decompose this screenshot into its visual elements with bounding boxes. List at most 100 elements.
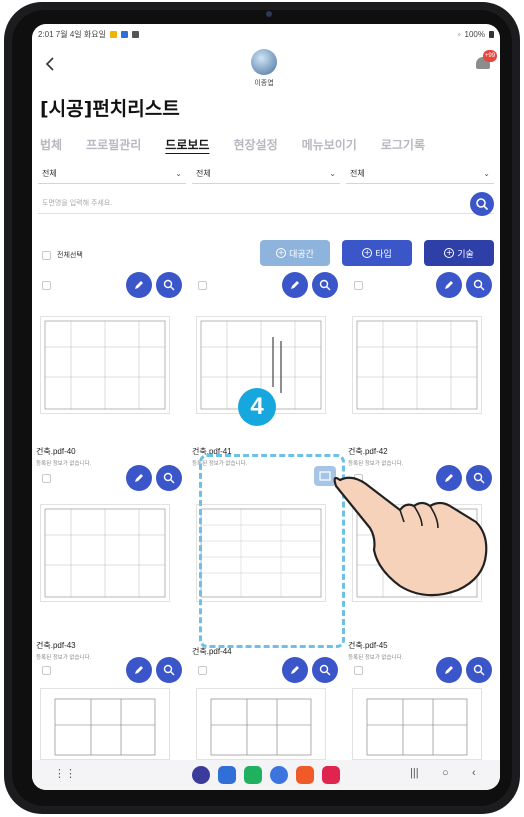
app-icon[interactable] — [270, 766, 288, 784]
step-badge: 4 — [238, 388, 276, 426]
add-space-label: 대공간 — [289, 249, 314, 260]
app-icon[interactable] — [192, 766, 210, 784]
drawing-thumbnail[interactable] — [352, 316, 482, 414]
wifi-icon: ◦ — [457, 29, 461, 39]
drawing-preview — [44, 508, 166, 598]
edit-button[interactable] — [436, 657, 462, 683]
tab-bar: 법체 프로필관리 드로보드 현장설정 메뉴보이기 로그기록 — [32, 130, 500, 158]
drawing-thumbnail[interactable] — [40, 504, 170, 602]
card-checkbox[interactable] — [42, 474, 51, 483]
card-checkbox[interactable] — [42, 666, 51, 675]
drawing-info: 등록된 정보가 없습니다. — [36, 655, 92, 661]
select-all-checkbox[interactable] — [42, 250, 51, 260]
notification-bell-icon[interactable]: +99 — [474, 50, 497, 72]
apps-grid-icon[interactable]: ⋮⋮ — [54, 767, 76, 780]
tab-log[interactable]: 로그기록 — [369, 136, 437, 153]
notification-badge: +99 — [483, 50, 497, 62]
drawing-thumbnail[interactable] — [196, 688, 326, 760]
card-checkbox[interactable] — [42, 281, 51, 290]
zoom-in-icon — [319, 664, 331, 676]
edit-button[interactable] — [126, 272, 152, 298]
zoom-button[interactable] — [466, 272, 492, 298]
app-icon[interactable] — [296, 766, 314, 784]
system-nav-bar: ⋮⋮ ||| ○ ‹ — [32, 760, 500, 790]
back-button[interactable] — [40, 54, 60, 74]
status-bar: 2:01 7월 4일 화요일 ◦ 100% — [32, 24, 500, 44]
battery-level: 100% — [464, 29, 485, 39]
pencil-icon — [445, 666, 453, 674]
zoom-button[interactable] — [312, 272, 338, 298]
app-icon[interactable] — [244, 766, 262, 784]
recents-icon[interactable]: ||| — [410, 767, 419, 779]
plus-circle-icon: + — [444, 248, 455, 258]
tab-drawing-board[interactable]: 드로보드 — [153, 136, 221, 153]
edit-button[interactable] — [436, 272, 462, 298]
select-all[interactable]: 전체선택 — [42, 250, 83, 260]
tab-site-settings[interactable]: 현장설정 — [221, 136, 289, 153]
chevron-down-icon: ⌄ — [175, 169, 182, 178]
app-icon[interactable] — [218, 766, 236, 784]
plus-circle-icon: + — [276, 248, 287, 258]
card-checkbox[interactable] — [198, 666, 207, 675]
drawing-thumbnail[interactable] — [352, 688, 482, 760]
drawing-name: 건축.pdf-40 — [36, 447, 76, 456]
highlight-frame — [199, 454, 345, 648]
drawing-thumbnail[interactable] — [40, 688, 170, 760]
drawing-preview — [44, 320, 166, 410]
home-icon[interactable]: ○ — [442, 767, 449, 779]
card-checkbox[interactable] — [354, 281, 363, 290]
drawing-info: 등록된 정보가 없습니다. — [348, 655, 404, 661]
message-icon — [131, 30, 139, 38]
zoom-button[interactable] — [156, 657, 182, 683]
filter-value: 전체 — [196, 169, 211, 178]
pencil-icon — [135, 474, 143, 482]
filter-value: 전체 — [350, 169, 365, 178]
plus-circle-icon: + — [362, 248, 373, 258]
zoom-button[interactable] — [156, 272, 182, 298]
tab-company[interactable]: 법체 — [32, 136, 74, 153]
add-tech-button[interactable]: + 기술 — [424, 240, 494, 266]
edit-button[interactable] — [282, 272, 308, 298]
avatar[interactable] — [251, 49, 277, 75]
filter-value: 전체 — [42, 169, 57, 178]
battery-icon — [489, 30, 494, 38]
edit-button[interactable] — [126, 657, 152, 683]
floor-plan-preview — [366, 698, 468, 756]
search-placeholder: 도면명을 입력해 주세요. — [42, 199, 113, 207]
card-checkbox[interactable] — [198, 281, 207, 290]
zoom-in-icon — [163, 472, 175, 484]
back-nav-icon[interactable]: ‹ — [472, 767, 476, 779]
card-checkbox[interactable] — [354, 666, 363, 675]
edit-button[interactable] — [126, 465, 152, 491]
select-all-label: 전체선택 — [57, 252, 83, 259]
app-icon[interactable] — [322, 766, 340, 784]
floor-plan-preview — [210, 698, 312, 756]
add-space-button[interactable]: + 대공간 — [260, 240, 330, 266]
filter-select-2[interactable]: 전체 ⌄ — [192, 164, 340, 184]
add-type-label: 타입 — [375, 249, 392, 260]
add-tech-label: 기술 — [457, 249, 474, 260]
drawing-thumbnail[interactable] — [40, 316, 170, 414]
tab-menu-view[interactable]: 메뉴보이기 — [290, 136, 369, 153]
status-time: 2:01 7월 4일 화요일 — [38, 29, 106, 39]
zoom-button[interactable] — [466, 657, 492, 683]
floor-plan-preview — [54, 698, 156, 756]
zoom-in-icon — [163, 279, 175, 291]
search-input[interactable]: 도면명을 입력해 주세요. — [38, 192, 494, 214]
filter-select-1[interactable]: 전체 ⌄ — [38, 164, 186, 184]
add-type-button[interactable]: + 타입 — [342, 240, 412, 266]
zoom-in-icon — [163, 664, 175, 676]
user-name: 이종엽 — [254, 80, 274, 87]
edit-button[interactable] — [282, 657, 308, 683]
chevron-down-icon: ⌄ — [329, 169, 336, 178]
zoom-button[interactable] — [312, 657, 338, 683]
zoom-in-icon — [319, 279, 331, 291]
drawing-name: 건축.pdf-43 — [36, 641, 76, 650]
filter-select-3[interactable]: 전체 ⌄ — [346, 164, 494, 184]
front-camera — [266, 11, 272, 17]
zoom-button[interactable] — [156, 465, 182, 491]
zoom-in-icon — [473, 279, 485, 291]
page-title: [시공]펀치리스트 — [40, 98, 180, 120]
search-button[interactable] — [470, 192, 494, 216]
tab-profile[interactable]: 프로필관리 — [74, 136, 153, 153]
